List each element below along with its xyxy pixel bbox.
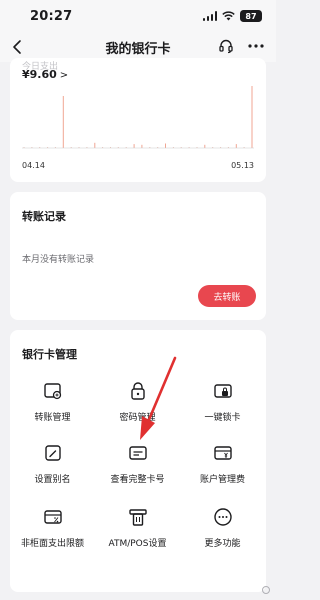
chart-bar (94, 142, 96, 148)
grid-item-label: 非柜面支出限额 (20, 539, 84, 549)
spending-card[interactable]: 今日支出 ¥9.60 > 04.14 05.13 (10, 58, 266, 182)
chevron-right-icon: > (59, 70, 69, 81)
chart-end-date: 05.13 (231, 161, 254, 170)
grid-item-password-manage[interactable]: 密码管理 (95, 380, 180, 423)
chart-bar (251, 86, 253, 148)
lock-icon (130, 382, 145, 400)
customer-service-headset-icon[interactable] (218, 38, 234, 54)
chart-bar (235, 144, 237, 148)
grid-item-transfer-manage[interactable]: 转账管理 (10, 380, 95, 423)
grid-item-set-alias[interactable]: 设置别名 (10, 442, 95, 485)
grid-item-label: 查看完整卡号 (110, 475, 165, 485)
grid-item-more-features[interactable]: 更多功能 (180, 506, 265, 549)
status-bar: 20:27 87 (0, 0, 276, 32)
more-options-icon[interactable] (248, 43, 264, 49)
chart-bar (141, 144, 143, 148)
wifi-icon (222, 11, 235, 21)
spend-amount-value: ¥9.60 (22, 68, 57, 81)
edit-icon (44, 445, 61, 461)
grid-item-label: 转账管理 (34, 413, 71, 423)
watermark (262, 586, 270, 594)
grid-item-non-counter-limit[interactable]: 非柜面支出限额 (10, 506, 95, 549)
transfer-records-title: 转账记录 (22, 210, 66, 223)
grid-item-view-full-card-number[interactable]: 查看完整卡号 (95, 442, 180, 485)
status-icons: 87 (202, 10, 262, 22)
chart-bars (23, 86, 253, 148)
transfer-records-card: 转账记录 本月没有转账记录 去转账 (10, 192, 266, 320)
card-management-grid: 转账管理 密码管理 一键锁卡 设置别名 查看完整卡号 账户管理费 非柜面支出限额… (10, 330, 266, 592)
grid-item-label: 更多功能 (204, 539, 241, 549)
chart-bar (62, 96, 64, 148)
spend-bar-chart (22, 86, 254, 149)
card-number-icon (128, 446, 147, 460)
chart-bar (133, 144, 135, 148)
transfer-manage-icon (43, 383, 61, 400)
chart-start-date: 04.14 (22, 161, 45, 170)
grid-item-label: ATM/POS设置 (108, 539, 167, 549)
battery-level: 87 (240, 10, 262, 22)
grid-item-atm-pos-settings[interactable]: ATM/POS设置 (95, 506, 180, 549)
yen-card-icon (213, 446, 232, 460)
back-arrow-icon[interactable] (10, 38, 26, 56)
grid-item-label: 设置别名 (34, 475, 71, 485)
status-time: 20:27 (30, 8, 73, 24)
percent-card-icon (43, 510, 62, 524)
page-title: 我的银行卡 (105, 41, 171, 57)
chart-bar (204, 144, 206, 148)
chart-bar (165, 143, 166, 148)
spend-amount[interactable]: ¥9.60 > (22, 68, 68, 81)
more-icon (213, 508, 232, 526)
transfer-empty-text: 本月没有转账记录 (22, 255, 95, 265)
grid-item-label: 密码管理 (119, 413, 156, 423)
atm-icon (128, 509, 147, 526)
grid-item-label: 账户管理费 (199, 475, 245, 485)
grid-item-one-click-lock[interactable]: 一键锁卡 (180, 380, 265, 423)
watermark-logo-icon (262, 586, 270, 594)
card-lock-icon (213, 384, 232, 398)
nav-actions (218, 38, 264, 54)
go-transfer-button[interactable]: 去转账 (198, 285, 256, 307)
grid-item-account-fee[interactable]: 账户管理费 (180, 442, 265, 485)
cellular-signal-icon (202, 11, 217, 21)
grid-item-label: 一键锁卡 (204, 413, 241, 423)
card-management-card: 银行卡管理 转账管理 密码管理 一键锁卡 设置别名 查看完整卡号 账户管理费 非… (10, 330, 266, 592)
